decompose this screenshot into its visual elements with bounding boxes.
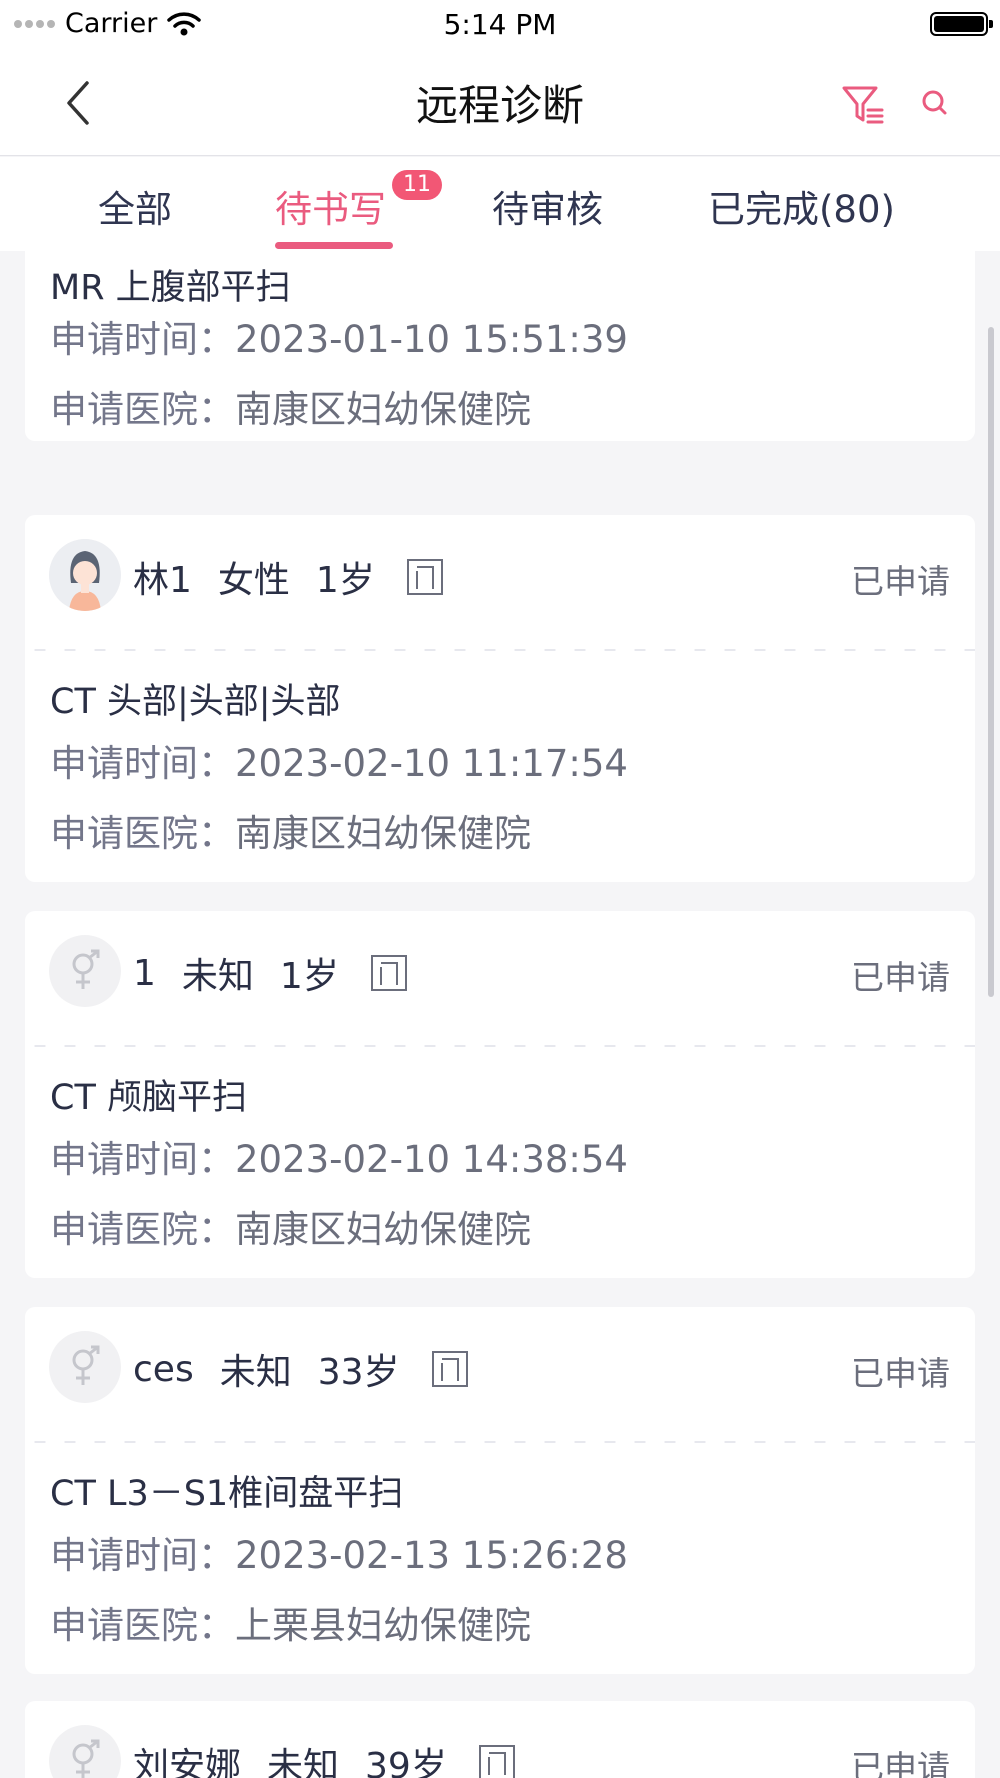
patient-age: 39岁 xyxy=(365,1746,447,1778)
apply-time: 申请时间：2023-01-10 15:51:39 xyxy=(50,318,628,361)
tab-all[interactable]: 全部 xyxy=(98,179,172,233)
unknown-gender-icon xyxy=(49,1331,121,1403)
apply-hospital: 申请医院：上栗县妇幼保健院 xyxy=(50,1604,531,1647)
female-avatar-icon xyxy=(49,539,121,611)
active-tab-indicator xyxy=(275,242,393,249)
list-item[interactable]: 林1 女性 1岁 已申请 CT 头部|头部|头部 申请时间：2023-02-10… xyxy=(25,515,975,882)
patient-name: 林1 xyxy=(133,560,192,601)
battery-icon xyxy=(930,12,993,36)
status-badge: 已申请 xyxy=(851,1354,950,1393)
filter-button[interactable] xyxy=(838,78,890,130)
apply-hospital: 申请医院：南康区妇幼保健院 xyxy=(50,388,531,431)
patient-age: 1岁 xyxy=(279,956,339,997)
patient-name: 刘安娜 xyxy=(133,1746,242,1778)
tab-pending-write[interactable]: 待书写 xyxy=(275,179,386,233)
apply-hospital: 申请医院：南康区妇幼保健院 xyxy=(50,1208,531,1251)
chevron-left-icon xyxy=(67,81,89,125)
status-bar: Carrier 5:14 PM xyxy=(0,0,1000,50)
patient-age: 1岁 xyxy=(315,560,375,601)
outpatient-door-icon xyxy=(478,1745,515,1778)
card-divider xyxy=(25,649,975,651)
card-divider xyxy=(25,1045,975,1047)
unknown-gender-icon xyxy=(49,1725,121,1778)
exam-name: CT L3－S1椎间盘平扫 xyxy=(50,1474,404,1514)
patient-gender: 未知 xyxy=(181,956,254,997)
list-item[interactable]: MR 上腹部平扫 申请时间：2023-01-10 15:51:39 申请医院：南… xyxy=(25,251,975,441)
outpatient-door-icon xyxy=(431,1351,468,1387)
filter-icon xyxy=(842,86,884,124)
tab-bar: 全部 待书写 待审核 已完成(80) xyxy=(0,157,1000,251)
nav-bar: 远程诊断 xyxy=(0,50,1000,156)
status-time: 5:14 PM xyxy=(443,8,557,41)
apply-time: 申请时间：2023-02-13 15:26:28 xyxy=(50,1534,628,1577)
pending-count-badge: 11 xyxy=(392,170,442,200)
tab-pending-review[interactable]: 待审核 xyxy=(492,179,603,233)
status-badge: 已申请 xyxy=(851,562,950,601)
patient-gender: 女性 xyxy=(217,560,290,601)
apply-time: 申请时间：2023-02-10 11:17:54 xyxy=(50,742,628,785)
patient-age: 33岁 xyxy=(317,1352,400,1393)
outpatient-door-icon xyxy=(406,559,443,595)
tab-completed[interactable]: 已完成(80) xyxy=(708,179,895,233)
unknown-gender-icon xyxy=(49,935,121,1007)
status-badge: 已申请 xyxy=(851,958,950,997)
back-button[interactable] xyxy=(50,75,106,131)
list-item[interactable]: 1 未知 1岁 已申请 CT 颅脑平扫 申请时间：2023-02-10 14:3… xyxy=(25,911,975,1278)
list-item[interactable]: ces 未知 33岁 已申请 CT L3－S1椎间盘平扫 申请时间：2023-0… xyxy=(25,1307,975,1674)
patient-name: ces xyxy=(133,1348,194,1390)
patient-gender: 未知 xyxy=(219,1352,292,1393)
patient-name: 1 xyxy=(133,952,156,994)
status-badge: 已申请 xyxy=(851,1748,950,1778)
apply-time: 申请时间：2023-02-10 14:38:54 xyxy=(50,1138,628,1181)
card-divider xyxy=(25,1441,975,1443)
exam-name: MR 上腹部平扫 xyxy=(50,268,291,308)
exam-name: CT 头部|头部|头部 xyxy=(50,682,341,722)
search-button[interactable] xyxy=(912,80,960,128)
apply-hospital: 申请医院：南康区妇幼保健院 xyxy=(50,812,531,855)
outpatient-door-icon xyxy=(370,955,407,991)
scrollbar[interactable] xyxy=(988,327,994,997)
search-icon xyxy=(922,90,947,115)
list-item[interactable]: 刘安娜 未知 39岁 已申请 xyxy=(25,1701,975,1778)
exam-name: CT 颅脑平扫 xyxy=(50,1078,247,1118)
diagnosis-list[interactable]: MR 上腹部平扫 申请时间：2023-01-10 15:51:39 申请医院：南… xyxy=(0,251,1000,1778)
patient-gender: 未知 xyxy=(267,1746,340,1778)
